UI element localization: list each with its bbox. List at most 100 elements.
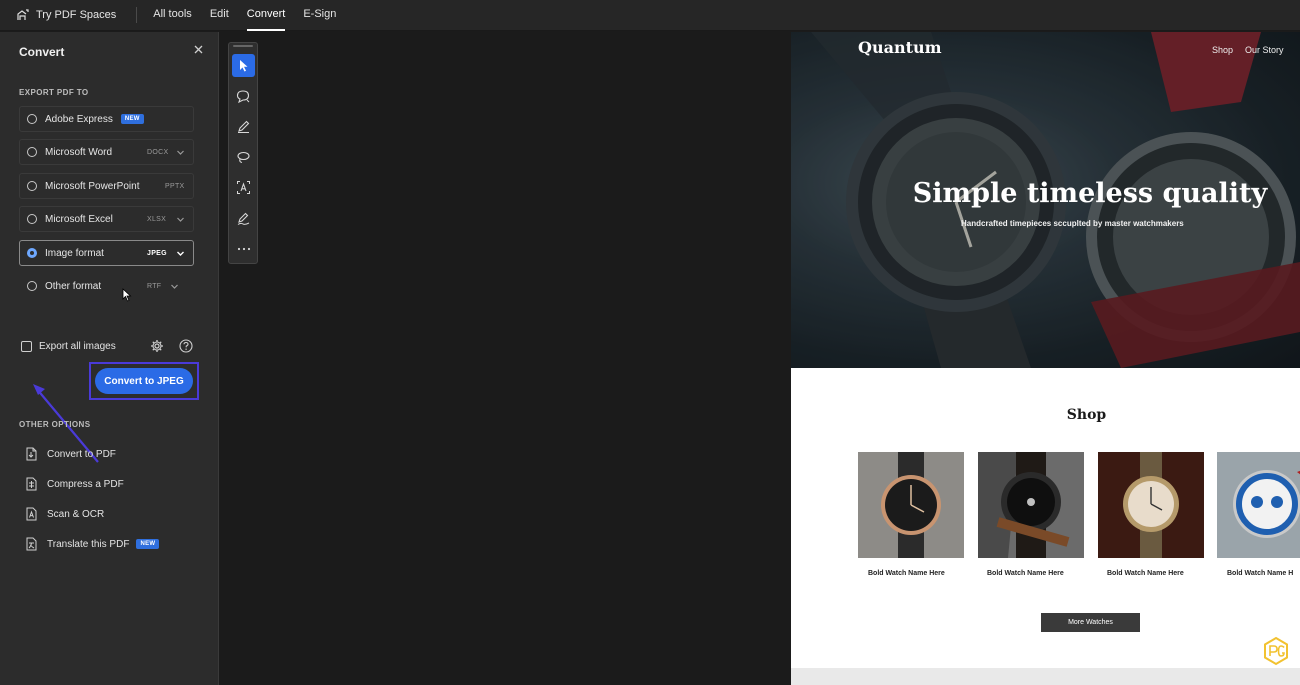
convert-to-jpeg-button[interactable]: Convert to JPEG <box>95 368 193 394</box>
spaces-label: Try PDF Spaces <box>36 9 117 21</box>
hero-title: Simple timeless quality <box>912 178 1268 209</box>
comment-icon <box>236 90 250 104</box>
new-badge: NEW <box>120 114 144 124</box>
radio-button[interactable] <box>27 248 37 258</box>
draw-tool-button[interactable] <box>232 115 255 138</box>
quick-tools-toolbar <box>228 42 258 264</box>
hero-subtitle: Handcrafted timepieces sccuplted by mast… <box>961 219 1184 228</box>
hero-image: Quantum Shop Our Story Simple timeless q… <box>791 32 1300 368</box>
export-section-label: EXPORT PDF TO <box>19 88 89 97</box>
convert-pdf-icon <box>26 447 37 461</box>
text-recognition-tool-button[interactable] <box>232 176 255 199</box>
product-name: Bold Watch Name Here <box>1107 570 1184 577</box>
nav-all-tools[interactable]: All tools <box>153 0 192 31</box>
select-tool-button[interactable] <box>232 54 255 77</box>
doc-nav-shop: Shop <box>1212 45 1234 55</box>
option-label: Translate this PDF <box>47 538 130 550</box>
more-tools-button[interactable] <box>232 237 255 260</box>
scan-ocr-icon <box>26 507 37 521</box>
lasso-tool-button[interactable] <box>232 146 255 169</box>
format-extension: PPTX <box>165 183 185 190</box>
radio-button[interactable] <box>27 214 37 224</box>
chevron-down-icon[interactable] <box>177 216 184 223</box>
option-label: Convert to PDF <box>47 448 116 460</box>
shop-heading: Shop <box>1066 407 1107 423</box>
nav-edit[interactable]: Edit <box>210 0 229 31</box>
export-all-label: Export all images <box>39 341 116 352</box>
chevron-down-icon[interactable] <box>177 149 184 156</box>
option-label: Other format <box>45 280 102 292</box>
export-all-checkbox[interactable] <box>21 341 32 352</box>
export-all-images-row[interactable]: Export all images <box>21 341 116 352</box>
chevron-down-icon[interactable] <box>171 283 178 290</box>
radio-button[interactable] <box>27 147 37 157</box>
option-microsoft-excel[interactable]: Microsoft Excel XLSX <box>19 206 194 232</box>
pdf-preview-page: Quantum Shop Our Story Simple timeless q… <box>791 32 1300 685</box>
compress-pdf-option[interactable]: Compress a PDF <box>24 477 124 491</box>
option-other-format[interactable]: Other format RTF <box>19 273 194 299</box>
option-label: Compress a PDF <box>47 478 124 490</box>
watch-image <box>1217 452 1300 558</box>
more-watches-button: More Watches <box>1041 613 1140 632</box>
comment-tool-button[interactable] <box>232 85 255 108</box>
watch-image <box>858 452 964 558</box>
main-nav: All tools Edit Convert E-Sign <box>153 0 354 31</box>
document-canvas <box>220 32 791 685</box>
translate-pdf-option[interactable]: Translate this PDF NEW <box>24 537 160 551</box>
product-image <box>978 452 1084 558</box>
close-icon[interactable] <box>192 44 204 56</box>
product-image <box>858 452 964 558</box>
help-icon[interactable] <box>179 339 193 353</box>
product-name: Bold Watch Name H <box>1227 570 1294 577</box>
nav-e-sign[interactable]: E-Sign <box>303 0 336 31</box>
top-bar: Try PDF Spaces All tools Edit Convert E-… <box>0 0 1300 31</box>
product-name: Bold Watch Name Here <box>987 570 1064 577</box>
product-image <box>1098 452 1204 558</box>
option-label: Adobe Express <box>45 113 113 125</box>
radio-button[interactable] <box>27 281 37 291</box>
pg-watermark-logo-icon <box>1264 636 1288 666</box>
toolbar-grip[interactable] <box>233 45 253 47</box>
option-label: Scan & OCR <box>47 508 105 520</box>
format-extension: DOCX <box>147 149 169 156</box>
chevron-down-icon[interactable] <box>177 250 184 257</box>
scan-ocr-option[interactable]: Scan & OCR <box>24 507 104 521</box>
more-icon <box>237 247 250 250</box>
radio-button[interactable] <box>27 114 37 124</box>
format-extension: JPEG <box>147 250 167 257</box>
watch-image <box>1098 452 1204 558</box>
radio-button[interactable] <box>27 181 37 191</box>
pdf-spaces-button[interactable]: Try PDF Spaces <box>16 0 116 31</box>
product-image <box>1217 452 1300 558</box>
text-recognition-icon <box>237 181 250 194</box>
spaces-icon <box>17 9 29 20</box>
translate-icon <box>26 537 37 551</box>
signature-icon <box>237 212 250 225</box>
brand-logo: Quantum <box>858 38 942 57</box>
doc-nav-our-story: Our Story <box>1245 45 1284 55</box>
signature-tool-button[interactable] <box>232 207 255 230</box>
convert-panel: Convert EXPORT PDF TO Adobe Express NEW … <box>0 32 219 685</box>
option-microsoft-word[interactable]: Microsoft Word DOCX <box>19 139 194 165</box>
nav-convert[interactable]: Convert <box>246 0 285 31</box>
format-extension: XLSX <box>147 216 167 223</box>
divider <box>136 7 138 23</box>
convert-to-pdf-option[interactable]: Convert to PDF <box>24 447 116 461</box>
format-extension: RTF <box>147 283 162 290</box>
watch-image <box>978 452 1084 558</box>
select-cursor-icon <box>239 59 247 71</box>
panel-title: Convert <box>19 45 65 59</box>
option-label: Image format <box>45 247 104 259</box>
other-options-label: OTHER OPTIONS <box>19 420 91 429</box>
option-image-format[interactable]: Image format JPEG <box>19 240 194 266</box>
option-label: Microsoft Excel <box>45 213 113 225</box>
product-name: Bold Watch Name Here <box>868 570 945 577</box>
compress-pdf-icon <box>26 477 37 491</box>
option-label: Microsoft PowerPoint <box>45 180 140 192</box>
option-label: Microsoft Word <box>45 146 113 158</box>
gear-icon[interactable] <box>150 339 164 353</box>
mouse-cursor-icon <box>122 288 132 302</box>
option-microsoft-powerpoint[interactable]: Microsoft PowerPoint PPTX <box>19 173 194 199</box>
page-footer-band <box>791 668 1300 685</box>
option-adobe-express[interactable]: Adobe Express NEW <box>19 106 194 132</box>
